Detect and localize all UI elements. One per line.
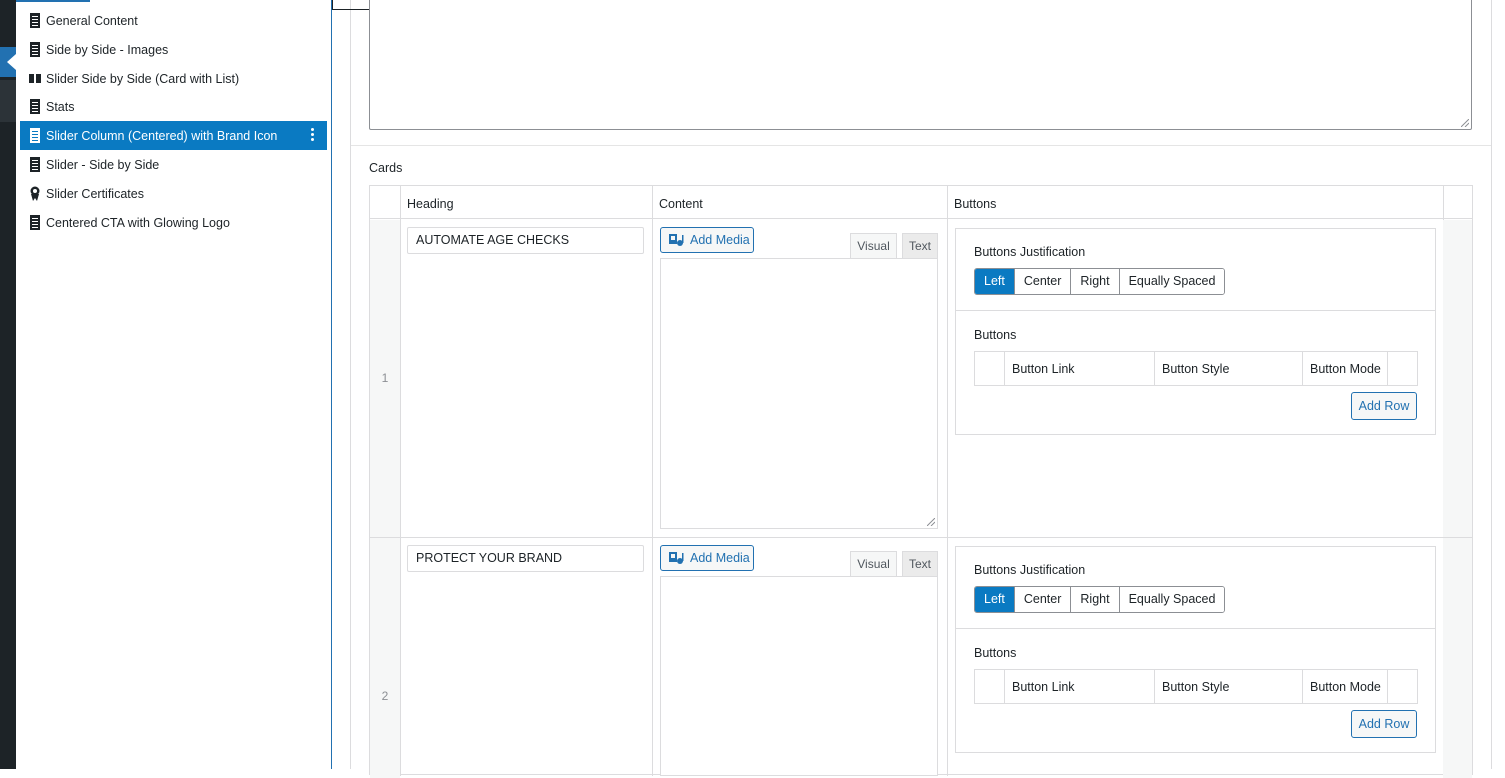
buttons-panel: Buttons Justification Left Center Right … (955, 228, 1436, 435)
layout-item-label: Centered CTA with Glowing Logo (46, 215, 230, 230)
justification-button-group: Left Center Right Equally Spaced (974, 586, 1226, 613)
document-icon (30, 215, 40, 230)
justify-left-button[interactable]: Left (975, 587, 1015, 612)
buttons-panel: Buttons Justification Left Center Right … (955, 546, 1436, 753)
tab-text[interactable]: Text (902, 233, 938, 258)
justify-center-button[interactable]: Center (1014, 587, 1072, 612)
cards-field-label: Cards (369, 161, 403, 175)
justify-left-button[interactable]: Left (975, 269, 1015, 294)
layout-item-centered-cta[interactable]: Centered CTA with Glowing Logo (20, 208, 327, 237)
layouts-panel: General Content Side by Side - Images Sl… (16, 0, 332, 769)
tab-text[interactable]: Text (902, 551, 938, 576)
heading-input[interactable]: PROTECT YOUR BRAND (407, 545, 644, 572)
column-header-button-link: Button Link (1012, 362, 1075, 376)
row-actions-cell[interactable] (1443, 538, 1472, 778)
row-index: 2 (381, 689, 389, 703)
layout-item-slider-side-by-side[interactable]: Slider - Side by Side (20, 150, 327, 179)
buttons-label: Buttons (974, 646, 1017, 660)
buttons-repeater-table: Button Link Button Style Button Mode (974, 669, 1418, 704)
layout-item-label: Stats (46, 99, 75, 114)
add-media-button[interactable]: Add Media (660, 545, 754, 571)
layout-item-label: Slider Side by Side (Card with List) (46, 71, 240, 86)
buttons-repeater-table: Button Link Button Style Button Mode (974, 351, 1418, 386)
textarea-field[interactable] (369, 0, 1472, 130)
content-editor[interactable] (660, 258, 938, 529)
menu-pointer-icon (7, 54, 16, 70)
layout-item-side-by-side-images[interactable]: Side by Side - Images (20, 35, 327, 64)
row-index-cell[interactable]: 1 (370, 220, 400, 537)
layout-item-slider-side-by-side-card[interactable]: Slider Side by Side (Card with List) (20, 64, 327, 93)
add-media-icon (669, 552, 684, 564)
justify-center-button[interactable]: Center (1014, 269, 1072, 294)
buttons-justification-label: Buttons Justification (974, 245, 1086, 259)
column-header-button-style: Button Style (1162, 362, 1230, 376)
table-header-row: Heading Content Buttons (370, 186, 1472, 219)
justify-right-button[interactable]: Right (1071, 587, 1120, 612)
admin-menu-item[interactable] (0, 80, 16, 122)
column-header-button-mode: Button Mode (1310, 362, 1381, 376)
row-index: 1 (381, 371, 389, 385)
layout-item-label: General Content (46, 13, 138, 28)
layout-item-general-content[interactable]: General Content (20, 6, 327, 35)
row-actions-cell[interactable] (1443, 220, 1472, 537)
more-options-icon[interactable] (311, 128, 315, 143)
buttons-label: Buttons (974, 328, 1017, 342)
add-media-label: Add Media (690, 551, 750, 565)
panel-active-indicator (16, 0, 90, 2)
column-header-heading: Heading (407, 197, 454, 211)
column-header-button-style: Button Style (1162, 680, 1230, 694)
divider (351, 145, 1491, 146)
column-header-button-link: Button Link (1012, 680, 1075, 694)
layout-item-stats[interactable]: Stats (20, 92, 327, 121)
layout-item-label: Side by Side - Images (46, 42, 169, 57)
document-icon (30, 13, 40, 28)
resize-handle-icon[interactable] (927, 518, 935, 526)
heading-input[interactable]: AUTOMATE AGE CHECKS (407, 227, 644, 254)
layout-item-slider-certificates[interactable]: Slider Certificates (20, 179, 327, 208)
content-editor[interactable] (660, 576, 938, 776)
document-icon (30, 128, 40, 143)
column-header-buttons: Buttons (954, 197, 997, 211)
justify-equally-spaced-button[interactable]: Equally Spaced (1119, 269, 1225, 294)
admin-menu-strip (0, 0, 16, 769)
justify-equally-spaced-button[interactable]: Equally Spaced (1119, 587, 1225, 612)
row-index-cell[interactable]: 2 (370, 538, 400, 778)
buttons-justification-label: Buttons Justification (974, 563, 1086, 577)
award-icon (30, 186, 40, 201)
tab-visual[interactable]: Visual (850, 233, 897, 258)
resize-handle-icon[interactable] (1461, 119, 1469, 127)
layout-item-slider-column-centered[interactable]: Slider Column (Centered) with Brand Icon (20, 121, 327, 150)
layout-item-label: Slider Column (Centered) with Brand Icon (46, 128, 278, 143)
tab-visual[interactable]: Visual (850, 551, 897, 576)
add-media-label: Add Media (690, 233, 750, 247)
justify-right-button[interactable]: Right (1071, 269, 1120, 294)
layout-item-label: Slider Certificates (46, 186, 144, 201)
add-row-button[interactable]: Add Row (1351, 710, 1417, 738)
add-row-button[interactable]: Add Row (1351, 392, 1417, 420)
columns-icon (29, 74, 41, 83)
column-header-button-mode: Button Mode (1310, 680, 1381, 694)
column-header-content: Content (659, 197, 703, 211)
add-media-button[interactable]: Add Media (660, 227, 754, 253)
layout-item-label: Slider - Side by Side (46, 157, 160, 172)
document-icon (30, 157, 40, 172)
add-media-icon (669, 234, 684, 246)
document-icon (30, 99, 40, 114)
justification-button-group: Left Center Right Equally Spaced (974, 268, 1226, 295)
main-content: Cards Heading Content Buttons 1 AUTOMATE… (332, 0, 1505, 778)
cards-repeater-table: Heading Content Buttons 1 AUTOMATE AGE C… (369, 185, 1473, 778)
document-icon (30, 42, 40, 57)
